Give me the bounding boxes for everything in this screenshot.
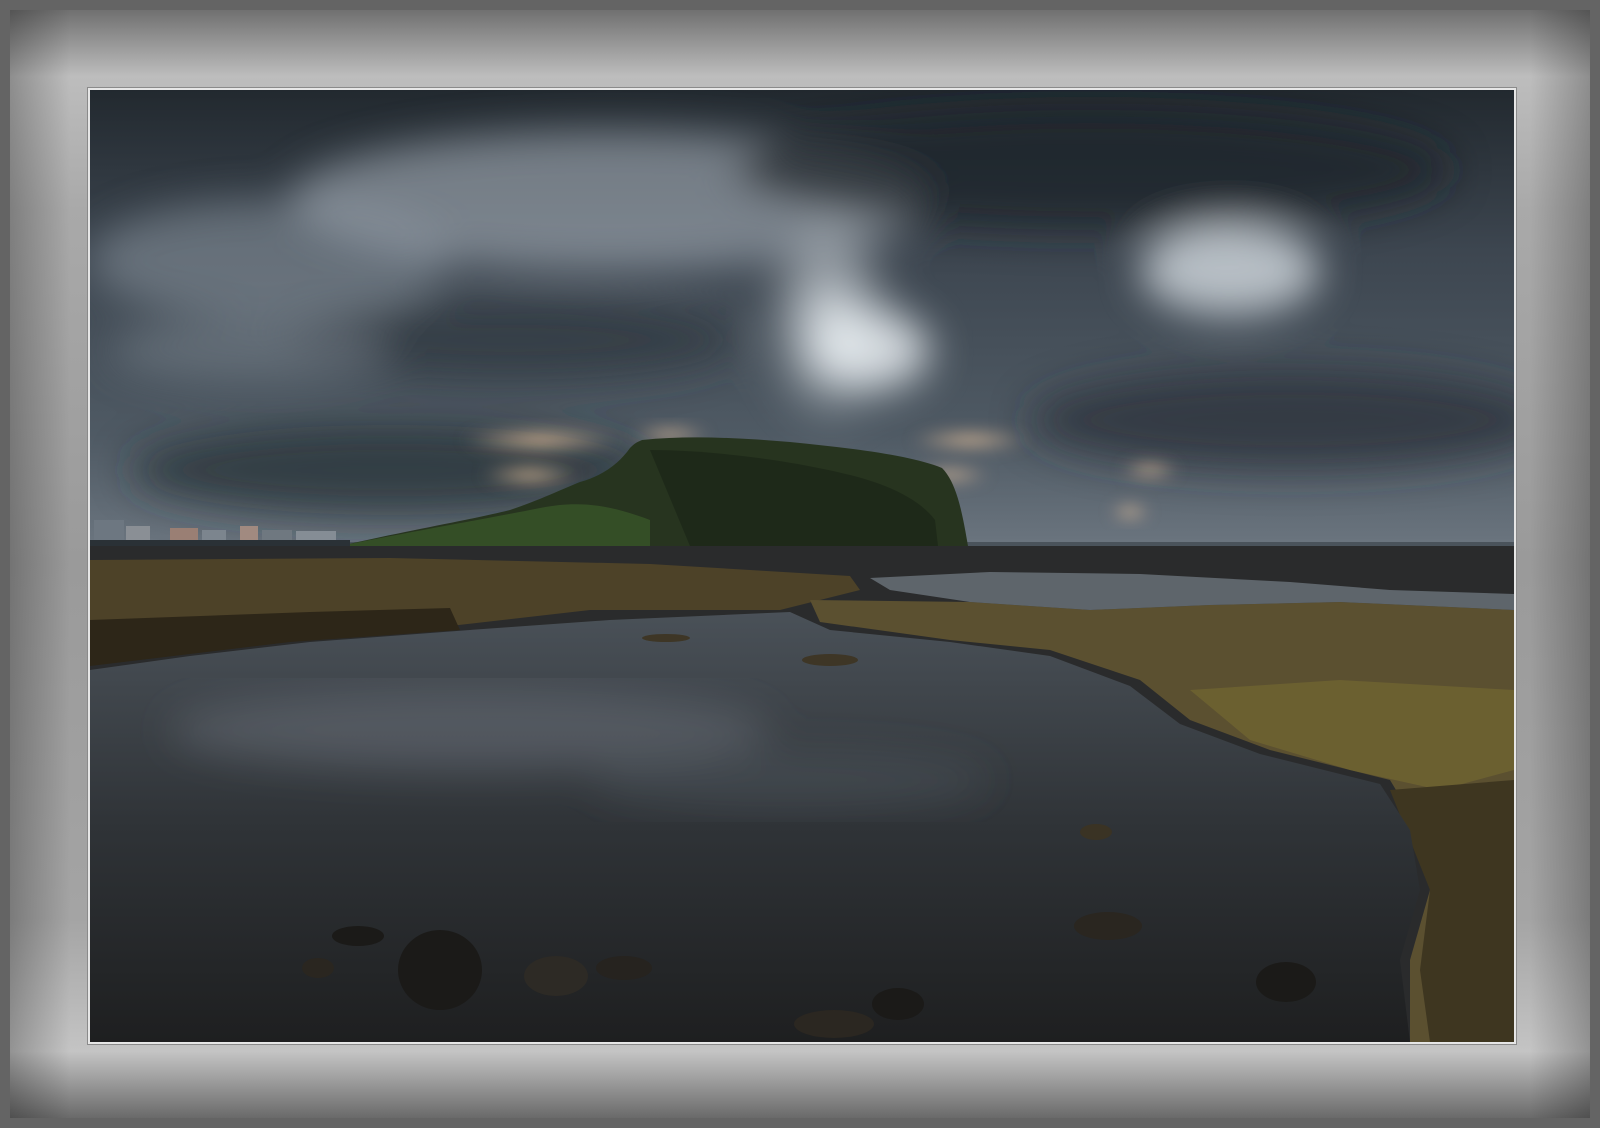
landscape-photo (88, 88, 1516, 1044)
photo-canvas (90, 90, 1514, 1042)
mat-shadow-left (10, 10, 70, 1118)
mat-shadow-right (1530, 10, 1590, 1118)
